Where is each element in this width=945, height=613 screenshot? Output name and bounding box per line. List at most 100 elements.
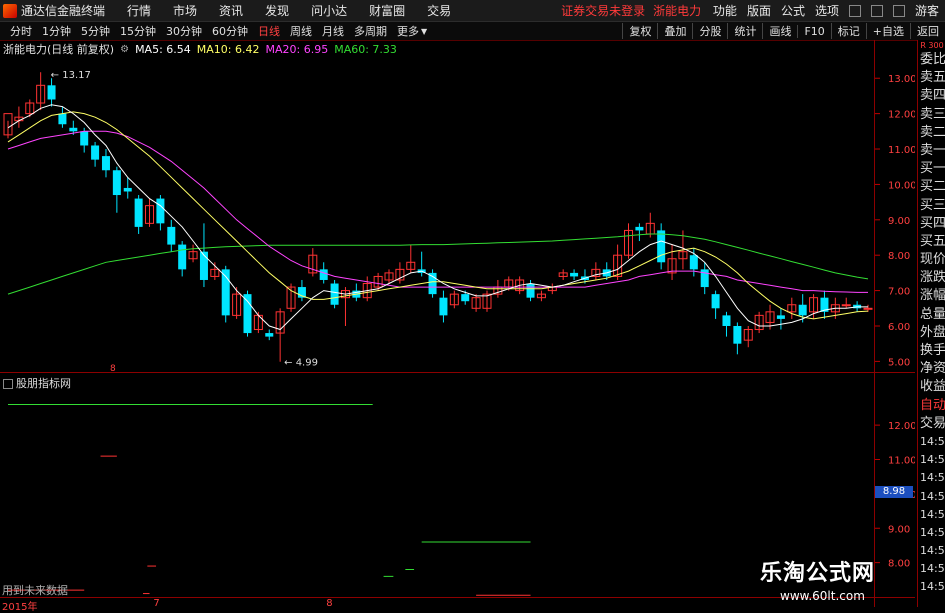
- period-30min[interactable]: 30分钟: [166, 23, 202, 39]
- period-weekly[interactable]: 周线: [290, 23, 312, 39]
- candle-body-down: [101, 156, 110, 171]
- menu-item-discover[interactable]: 发现: [265, 2, 289, 19]
- quote-field: 涨幅: [920, 288, 945, 304]
- quote-field: 买五: [920, 233, 945, 249]
- quote-field: 涨跌: [920, 270, 945, 286]
- pane-divider: [0, 372, 915, 373]
- period-15min[interactable]: 15分钟: [120, 23, 156, 39]
- current-symbol: 浙能电力: [653, 4, 702, 18]
- candle-body-down: [776, 315, 785, 319]
- menu-item-layout[interactable]: 版面: [747, 2, 771, 19]
- menu-item-market-quotes[interactable]: 行情: [127, 2, 151, 19]
- overlay-button[interactable]: 叠加: [657, 23, 692, 39]
- axis-divider: [874, 40, 875, 607]
- quote-field: 总量: [920, 306, 945, 322]
- minimize-icon[interactable]: [848, 4, 861, 17]
- toolbar-right: 复权 叠加 分股 统计 画线 F10 标记 +自选 返回: [622, 22, 945, 40]
- period-monthly[interactable]: 月线: [322, 23, 344, 39]
- candle-body-down: [243, 294, 252, 334]
- candle-body-down: [265, 333, 274, 337]
- watermark: 乐淘公式网 www.60lt.com: [760, 555, 910, 603]
- quote-field: 现价: [920, 252, 945, 268]
- quote-field: 换手: [920, 343, 945, 358]
- quote-field-list: 委比 卖五 卖四 卖三 卖二 卖一 买一 买二 买三 买四 买五 现价 涨跌 涨幅 总量 外盘 换手 净资 收益: [918, 51, 945, 397]
- login-status[interactable]: 证券交易未登录: [561, 2, 645, 19]
- quote-field: 买三: [920, 197, 945, 213]
- settings-gear-icon[interactable]: ⚙: [120, 44, 129, 55]
- trade-label[interactable]: 交易: [918, 415, 945, 433]
- high-price-label: ← 13.17: [51, 70, 91, 81]
- x-axis-label: 2015年: [2, 602, 38, 613]
- period-multi[interactable]: 多周期: [354, 23, 387, 39]
- y-tick-label: 8.00: [888, 251, 910, 262]
- back-button[interactable]: 返回: [910, 23, 945, 39]
- stats-button[interactable]: 统计: [727, 23, 762, 39]
- candle-body-down: [91, 145, 100, 160]
- mark-button[interactable]: 标记: [830, 23, 866, 39]
- quote-field: 卖四: [920, 88, 945, 104]
- app-title: 通达信金融终端: [21, 4, 106, 18]
- menu-item-market[interactable]: 市场: [173, 2, 197, 19]
- maximize-icon[interactable]: [870, 4, 883, 17]
- menu-item-trade[interactable]: 交易: [427, 2, 451, 19]
- y-tick-label: 11.00: [888, 145, 915, 156]
- sub-y-tick-label: 12.00: [888, 421, 915, 432]
- adjust-button[interactable]: 复权: [622, 23, 657, 39]
- y-tick-label: 10.00: [888, 180, 915, 191]
- low-price-label: ← 4.99: [284, 358, 318, 369]
- add-watchlist-button[interactable]: +自选: [865, 23, 910, 39]
- candle-body-down: [134, 198, 143, 227]
- close-icon[interactable]: [892, 4, 905, 17]
- candle-body-down: [58, 113, 67, 125]
- guest-user[interactable]: 游客: [915, 2, 939, 19]
- candle-body-down: [178, 244, 187, 270]
- quote-panel-header[interactable]: R 300: [918, 40, 945, 51]
- period-60min[interactable]: 60分钟: [212, 23, 248, 39]
- period-5min[interactable]: 5分钟: [81, 23, 110, 39]
- candle-body-down: [112, 170, 121, 196]
- menu-item-options[interactable]: 选项: [815, 2, 839, 19]
- candle-body-down: [526, 283, 535, 298]
- candle-body-down: [47, 85, 56, 100]
- period-daily[interactable]: 日线: [258, 23, 280, 39]
- collapse-box-icon[interactable]: [3, 379, 13, 389]
- quote-field: 收益: [920, 379, 945, 395]
- indicator-info-bar: 浙能电力(日线 前复权) ⚙ MA5: 6.54 MA10: 6.42 MA20…: [0, 41, 397, 57]
- menu-right: 功能 版面 公式 选项 游客: [713, 0, 945, 21]
- menu-item-news[interactable]: 资讯: [219, 2, 243, 19]
- period-more[interactable]: 更多: [397, 23, 419, 39]
- quote-field: 卖二: [920, 124, 945, 140]
- quote-field: 净资: [920, 361, 945, 377]
- quote-field: 卖五: [920, 70, 945, 86]
- kline-chart[interactable]: 13.00 12.00 11.00 10.00 9.00 8.00 7.00 6.00 5.00…: [0, 57, 915, 607]
- menu-item-functions[interactable]: 功能: [713, 2, 737, 19]
- candle-body-down: [733, 325, 742, 344]
- future-data-note: 用到未来数据: [2, 584, 68, 597]
- y-tick-label: 5.00: [888, 357, 910, 368]
- split-button[interactable]: 分股: [692, 23, 727, 39]
- app-logo-icon: [3, 3, 17, 18]
- quote-field: 委比: [920, 52, 945, 67]
- trade-time: 14:56: [920, 453, 945, 467]
- candle-body-down: [722, 315, 731, 326]
- chevron-down-icon[interactable]: ▼: [421, 27, 427, 36]
- watermark-url: www.60lt.com: [780, 589, 865, 603]
- menu-item-formula[interactable]: 公式: [781, 2, 805, 19]
- candle-body-down: [570, 272, 579, 277]
- menu-item-wealth-circle[interactable]: 财富圈: [369, 2, 405, 19]
- auto-label[interactable]: 自动: [918, 397, 945, 415]
- trade-time: 14:56: [920, 471, 945, 485]
- trade-times-list: 14:56 14:56 14:56 14:56 14:56 14:56 14:56 14:56…: [918, 433, 945, 597]
- ma60-label: MA60: 7.33: [334, 42, 397, 56]
- quote-field: 外盘: [920, 324, 945, 340]
- f10-button[interactable]: F10: [797, 24, 830, 38]
- candle-body-down: [711, 294, 720, 309]
- menu-item-ask-xiaoda[interactable]: 问小达: [311, 2, 347, 19]
- sub-y-tick-label: 11.00: [888, 456, 915, 467]
- draw-line-button[interactable]: 画线: [762, 23, 797, 39]
- candle-body-down: [69, 127, 78, 132]
- sub-indicator-title: 股朋指标网: [3, 375, 71, 391]
- period-1min[interactable]: 1分钟: [42, 23, 71, 39]
- sub-price-tag: 8.98: [875, 486, 913, 498]
- period-intraday[interactable]: 分时: [10, 23, 32, 39]
